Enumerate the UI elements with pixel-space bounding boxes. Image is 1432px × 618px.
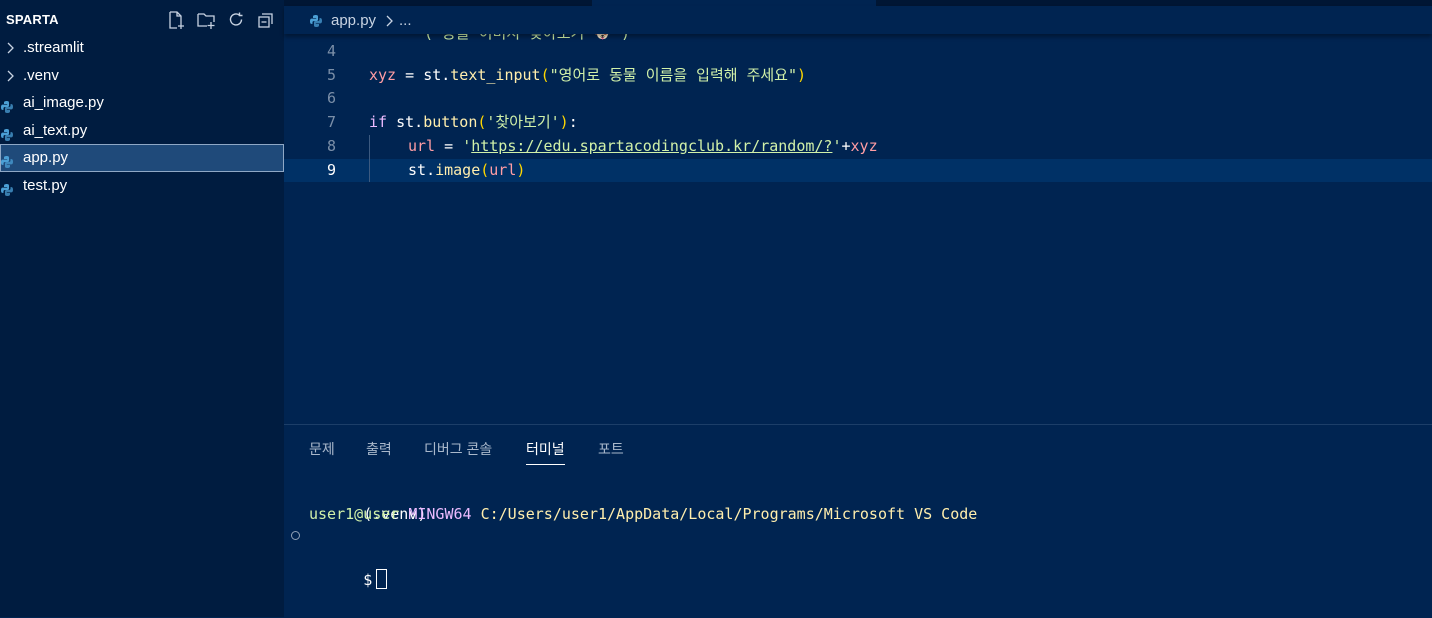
tree-file-ai-image[interactable]: ai_image.py bbox=[0, 89, 284, 117]
explorer-sidebar: SPARTA .streamlit .venv ai_image.py ai_t… bbox=[0, 0, 284, 617]
tab-terminal[interactable]: 터미널 bbox=[526, 439, 565, 465]
code-line: 7 if st.button('찾아보기'): bbox=[284, 111, 1432, 135]
code-text: xyz = st.text_input("영어로 동물 이름을 입력해 주세요"… bbox=[369, 65, 807, 84]
tree-folder-venv[interactable]: .venv bbox=[0, 62, 284, 90]
python-file-icon bbox=[0, 179, 14, 196]
tree-item-label: ai_text.py bbox=[23, 121, 88, 139]
code-text: if st.button('찾아보기'): bbox=[369, 113, 578, 132]
breadcrumb-file[interactable]: app.py bbox=[331, 12, 376, 29]
code-line: 4 bbox=[284, 40, 1432, 64]
collapse-all-icon[interactable] bbox=[256, 10, 276, 30]
terminal-path: C:/Users/user1/AppData/Local/Programs/Mi… bbox=[480, 505, 978, 523]
terminal-system: MINGW64 bbox=[408, 505, 472, 523]
breadcrumb-more[interactable]: ... bbox=[399, 12, 412, 29]
refresh-icon[interactable] bbox=[226, 10, 246, 30]
indent-guide bbox=[369, 135, 370, 182]
line-number: 6 bbox=[326, 89, 336, 108]
code-line: 8 url = 'https://edu.spartacodingclub.kr… bbox=[284, 135, 1432, 159]
tree-folder-streamlit[interactable]: .streamlit bbox=[0, 34, 284, 62]
chevron-right-icon bbox=[5, 62, 17, 90]
tree-file-app[interactable]: app.py bbox=[0, 144, 284, 172]
explorer-header: SPARTA bbox=[0, 0, 284, 34]
line-number: 9 bbox=[326, 160, 336, 179]
tree-item-label: .streamlit bbox=[23, 39, 84, 56]
terminal-cursor bbox=[376, 569, 388, 589]
terminal-prompt-line: $ bbox=[291, 525, 388, 589]
tree-file-test[interactable]: test.py bbox=[0, 172, 284, 200]
breadcrumb: app.py ... bbox=[284, 6, 1432, 34]
bottom-panel: 문제 출력 디버그 콘솔 터미널 포트 (.venv) user1@user M… bbox=[284, 424, 1432, 618]
terminal-user: user1@user bbox=[309, 505, 400, 523]
python-file-icon bbox=[0, 151, 14, 169]
file-tree: .streamlit .venv ai_image.py ai_text.py … bbox=[0, 34, 284, 200]
terminal-line: user1@user MINGW64 C:/Users/user1/AppDat… bbox=[309, 503, 977, 525]
code-editor[interactable]: ( 동물 이미지 찾아보기 🐶 ) 4 5 xyz = st.text_inpu… bbox=[284, 34, 1432, 424]
chevron-right-icon bbox=[384, 14, 394, 27]
tab-debug-console[interactable]: 디버그 콘솔 bbox=[424, 439, 492, 463]
command-status-icon bbox=[291, 531, 300, 540]
python-file-icon bbox=[309, 14, 323, 28]
terminal-prompt: $ bbox=[363, 571, 373, 589]
line-number: 5 bbox=[326, 65, 336, 84]
tree-file-ai-text[interactable]: ai_text.py bbox=[0, 117, 284, 145]
code-line: 5 xyz = st.text_input("영어로 동물 이름을 입력해 주세… bbox=[284, 64, 1432, 88]
chevron-right-icon bbox=[5, 34, 17, 62]
tree-item-label: app.py bbox=[23, 149, 69, 167]
explorer-title: SPARTA bbox=[6, 12, 59, 27]
new-file-icon[interactable] bbox=[166, 10, 186, 30]
code-text: st.image(url) bbox=[408, 160, 526, 179]
line-number: 8 bbox=[326, 136, 336, 155]
code-line: 6 bbox=[284, 87, 1432, 111]
code-line-current: 9 st.image(url) bbox=[284, 158, 1432, 183]
tab-output[interactable]: 출력 bbox=[366, 439, 392, 463]
terminal-line: (.venv) bbox=[309, 481, 426, 523]
code-text: url = 'https://edu.spartacodingclub.kr/r… bbox=[408, 136, 878, 155]
tab-ports[interactable]: 포트 bbox=[598, 439, 624, 463]
tree-item-label: ai_image.py bbox=[23, 94, 104, 112]
python-file-icon bbox=[0, 124, 14, 141]
tree-item-label: test.py bbox=[23, 176, 68, 194]
tree-item-label: .venv bbox=[23, 66, 59, 84]
line-number: 4 bbox=[326, 42, 336, 60]
tab-problems[interactable]: 문제 bbox=[309, 439, 335, 463]
line-number: 7 bbox=[326, 113, 336, 132]
python-file-icon bbox=[0, 96, 14, 114]
new-folder-icon[interactable] bbox=[196, 10, 216, 30]
